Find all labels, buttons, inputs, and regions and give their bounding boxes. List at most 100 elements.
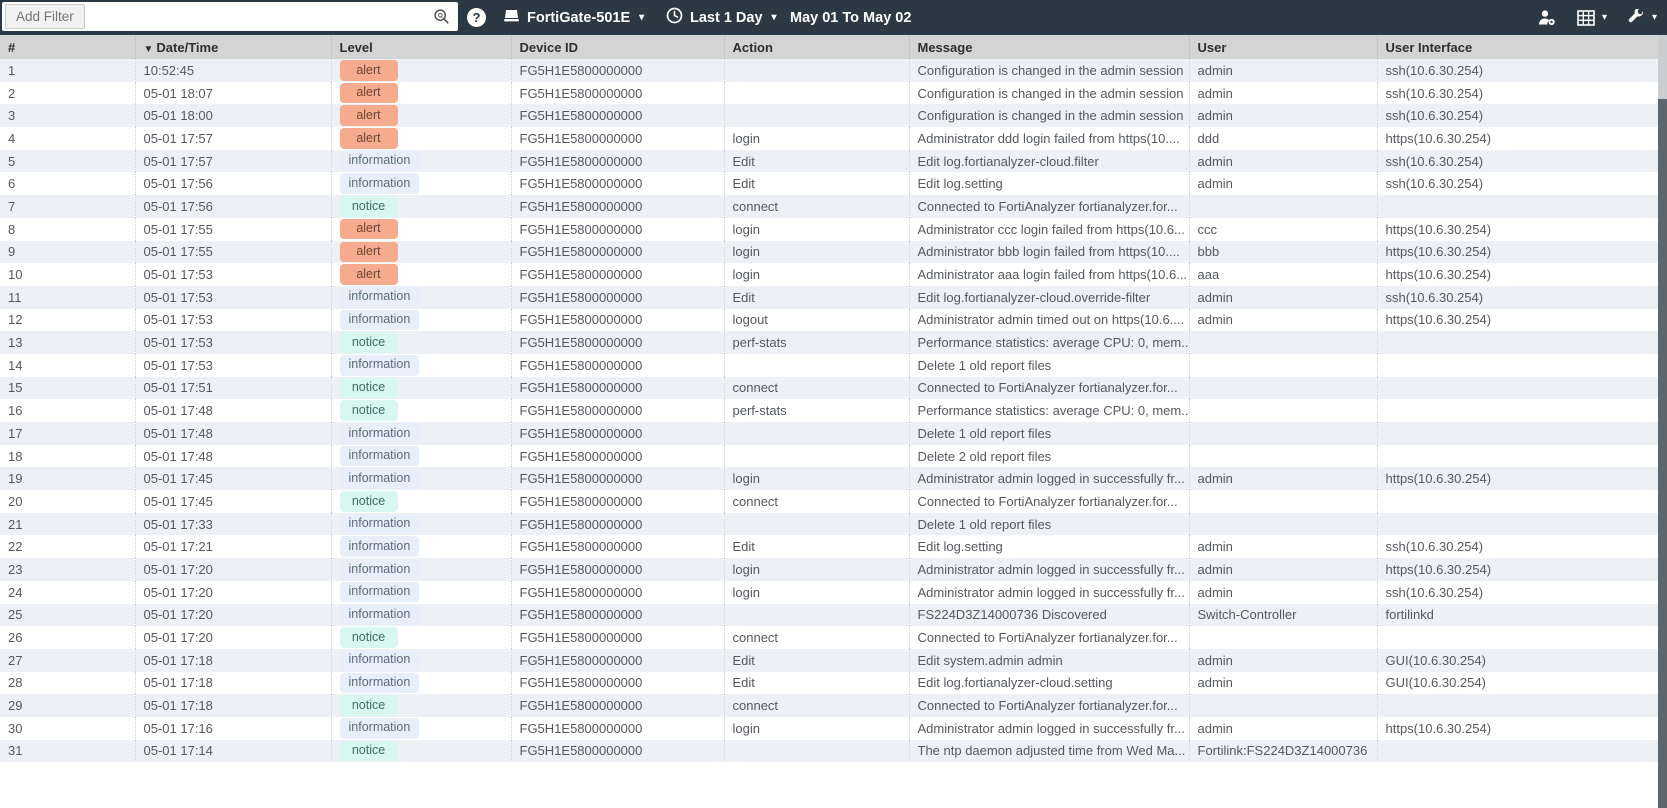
log-row[interactable]: 18 05-01 17:48 information FG5H1E5800000000… [0, 444, 1659, 468]
cell-device-id: FG5H1E5800000000 [511, 172, 725, 196]
add-filter-button[interactable]: Add Filter [5, 4, 85, 29]
cell-user: Switch-Controller [1189, 603, 1378, 627]
log-row[interactable]: 7 05-01 17:56 notice FG5H1E5800000000 connec… [0, 195, 1659, 218]
log-row[interactable]: 20 05-01 17:45 notice FG5H1E5800000000 conne… [0, 490, 1659, 513]
cell-action [724, 353, 910, 377]
log-row[interactable]: 30 05-01 17:16 information FG5H1E5800000000… [0, 716, 1659, 740]
log-row[interactable]: 26 05-01 17:20 notice FG5H1E5800000000 conne… [0, 626, 1659, 649]
cell-device-id: FG5H1E5800000000 [511, 671, 725, 695]
level-badge: information [339, 445, 420, 467]
log-row[interactable]: 31 05-01 17:14 notice FG5H1E5800000000 The n… [0, 739, 1659, 763]
cell-device-id: FG5H1E5800000000 [511, 217, 725, 241]
row-number: 9 [0, 240, 136, 264]
log-row[interactable]: 28 05-01 17:18 information FG5H1E5800000000… [0, 671, 1659, 695]
log-filter-bar[interactable]: Add Filter [2, 2, 458, 31]
log-row[interactable]: 19 05-01 17:45 information FG5H1E5800000000… [0, 467, 1659, 491]
admin-user-button[interactable] [1537, 9, 1557, 26]
log-row[interactable]: 10 05-01 17:53 alert FG5H1E5800000000 login A… [0, 263, 1659, 286]
log-row[interactable]: 15 05-01 17:51 notice FG5H1E5800000000 conne… [0, 376, 1659, 400]
device-selector-label: FortiGate-501E [527, 9, 631, 26]
log-row[interactable]: 23 05-01 17:20 information FG5H1E5800000000… [0, 558, 1659, 581]
scrollbar-thumb[interactable] [1658, 99, 1667, 808]
row-number: 8 [0, 217, 136, 241]
log-row[interactable]: 27 05-01 17:18 information FG5H1E5800000000… [0, 648, 1659, 672]
cell-device-id: FG5H1E5800000000 [511, 580, 725, 604]
cell-action: perf-stats [724, 399, 910, 422]
cell-datetime: 05-01 17:18 [135, 648, 332, 672]
column-header-device-id[interactable]: Device ID [511, 35, 725, 59]
cell-datetime: 05-01 17:18 [135, 671, 332, 695]
column-header-level[interactable]: Level [331, 35, 512, 59]
log-row[interactable]: 29 05-01 17:18 notice FG5H1E5800000000 conne… [0, 694, 1659, 717]
log-row[interactable]: 5 05-01 17:57 information FG5H1E5800000000 E… [0, 149, 1659, 173]
log-row[interactable]: 8 05-01 17:55 alert FG5H1E5800000000 login Ad… [0, 217, 1659, 241]
column-header-user-interface[interactable]: User Interface [1377, 35, 1659, 59]
cell-message: Configuration is changed in the admin se… [909, 59, 1190, 82]
vertical-scrollbar[interactable] [1658, 35, 1667, 808]
cell-level: information [331, 172, 512, 196]
level-badge: information [339, 536, 420, 558]
row-number: 17 [0, 422, 136, 445]
cell-user-interface [1377, 626, 1659, 649]
cell-user [1189, 512, 1378, 536]
log-row[interactable]: 14 05-01 17:53 information FG5H1E5800000000… [0, 353, 1659, 377]
row-number: 19 [0, 467, 136, 491]
cell-message: Administrator ddd login failed from http… [909, 127, 1190, 150]
cell-level: alert [331, 240, 512, 264]
cell-device-id: FG5H1E5800000000 [511, 195, 725, 218]
log-row[interactable]: 4 05-01 17:57 alert FG5H1E5800000000 login Ad… [0, 127, 1659, 150]
search-icon[interactable] [433, 8, 450, 25]
column-header-message[interactable]: Message [909, 35, 1190, 59]
column-header--[interactable]: # [0, 35, 136, 59]
cell-user-interface [1377, 376, 1659, 400]
cell-message: Administrator admin logged in successful… [909, 716, 1190, 740]
table-view-button[interactable]: ▾ [1577, 9, 1607, 26]
row-number: 21 [0, 512, 136, 536]
log-row[interactable]: 22 05-01 17:21 information FG5H1E5800000000… [0, 535, 1659, 559]
cell-level: notice [331, 739, 512, 763]
column-header-date-time[interactable]: ▼ Date/Time [135, 35, 332, 59]
settings-tools-button[interactable]: ▾ [1627, 9, 1657, 26]
cell-user: admin [1189, 104, 1378, 128]
log-row[interactable]: 2 05-01 18:07 alert FG5H1E5800000000 Configu… [0, 81, 1659, 105]
cell-datetime: 05-01 17:33 [135, 512, 332, 536]
cell-level: notice [331, 490, 512, 513]
cell-action: connect [724, 626, 910, 649]
log-row[interactable]: 1 10:52:45 alert FG5H1E5800000000 Configurat… [0, 59, 1659, 82]
log-row[interactable]: 24 05-01 17:20 information FG5H1E5800000000… [0, 580, 1659, 604]
cell-level: information [331, 716, 512, 740]
cell-message: Performance statistics: average CPU: 0, … [909, 331, 1190, 354]
cell-level: alert [331, 127, 512, 150]
cell-message: Edit log.fortianalyzer-cloud.setting [909, 671, 1190, 695]
date-range-text[interactable]: May 01 To May 02 [790, 0, 911, 35]
cell-action: connect [724, 694, 910, 717]
help-button[interactable]: ? [467, 0, 486, 35]
log-row[interactable]: 16 05-01 17:48 notice FG5H1E5800000000 perf-… [0, 399, 1659, 422]
log-row[interactable]: 17 05-01 17:48 information FG5H1E5800000000… [0, 422, 1659, 445]
cell-user [1189, 490, 1378, 513]
log-row[interactable]: 9 05-01 17:55 alert FG5H1E5800000000 login Ad… [0, 240, 1659, 264]
column-header-user[interactable]: User [1189, 35, 1378, 59]
row-number: 1 [0, 59, 136, 82]
cell-user [1189, 195, 1378, 218]
column-header-action[interactable]: Action [724, 35, 910, 59]
log-row[interactable]: 21 05-01 17:33 information FG5H1E5800000000… [0, 512, 1659, 536]
row-number: 2 [0, 81, 136, 105]
log-row[interactable]: 6 05-01 17:56 information FG5H1E5800000000 E… [0, 172, 1659, 196]
cell-level: information [331, 353, 512, 377]
log-row[interactable]: 13 05-01 17:53 notice FG5H1E5800000000 perf-… [0, 331, 1659, 354]
cell-action: login [724, 558, 910, 581]
level-badge: information [339, 649, 420, 671]
level-badge: notice [339, 695, 398, 716]
cell-user [1189, 444, 1378, 468]
time-range-selector[interactable]: Last 1 Day ▾ [666, 0, 777, 35]
log-row[interactable]: 11 05-01 17:53 information FG5H1E5800000000… [0, 285, 1659, 309]
log-row[interactable]: 3 05-01 18:00 alert FG5H1E5800000000 Configu… [0, 104, 1659, 128]
cell-user: bbb [1189, 240, 1378, 264]
cell-level: information [331, 422, 512, 445]
device-selector[interactable]: FortiGate-501E ▾ [503, 0, 644, 35]
log-row[interactable]: 25 05-01 17:20 information FG5H1E5800000000… [0, 603, 1659, 627]
cell-device-id: FG5H1E5800000000 [511, 626, 725, 649]
log-row[interactable]: 12 05-01 17:53 information FG5H1E5800000000… [0, 308, 1659, 332]
cell-device-id: FG5H1E5800000000 [511, 149, 725, 173]
